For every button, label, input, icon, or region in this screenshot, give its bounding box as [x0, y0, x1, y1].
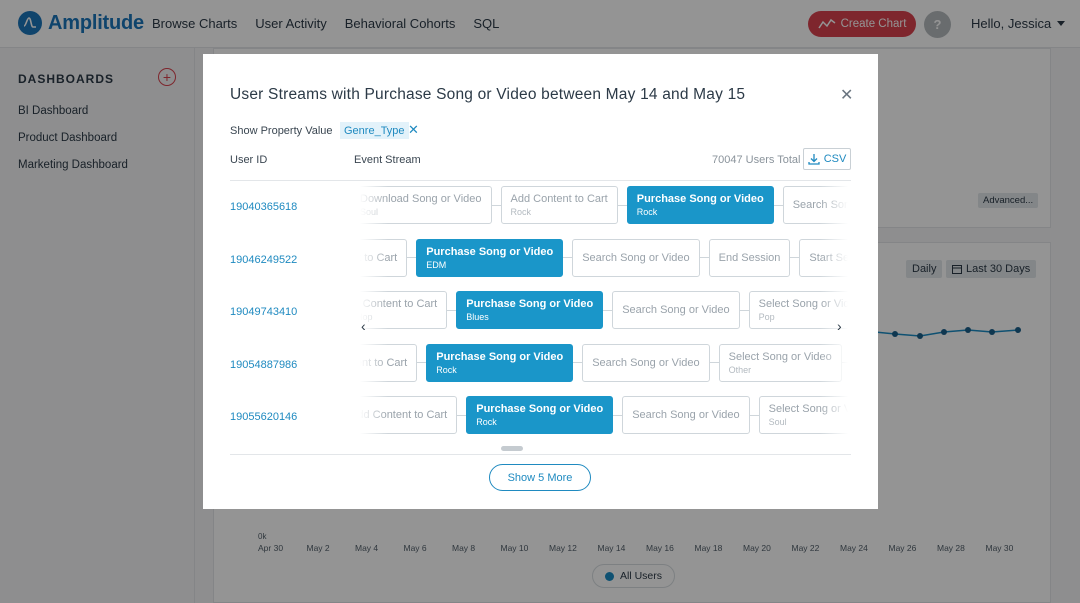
event-name: Search Song or Video	[622, 304, 730, 316]
event-card-highlighted[interactable]: Purchase Song or Video Rock	[426, 343, 574, 382]
event-name: End Session	[718, 251, 781, 264]
event-connector	[491, 204, 501, 206]
fade-right	[820, 233, 848, 286]
modal-title: User Streams with Purchase Song or Video…	[230, 86, 746, 103]
fade-left	[360, 181, 388, 233]
event-connector	[573, 362, 583, 363]
event-track: Add Content to CartPurchase Song or Vide…	[360, 396, 848, 434]
event-name: Select Song or Video	[728, 350, 832, 363]
event-card[interactable]: Search Song or Video	[622, 396, 750, 434]
show-property-label: Show Property Value	[230, 125, 333, 137]
event-connector	[749, 414, 759, 416]
user-streams-modal: User Streams with Purchase Song or Video…	[203, 54, 878, 509]
user-id-link[interactable]: 19054887986	[230, 359, 297, 371]
table-row: 19040365618 Download Song or VideoSoulAdd…	[230, 181, 851, 233]
user-id-link[interactable]: 19049743410	[230, 306, 297, 318]
user-id-link[interactable]: 19055620146	[230, 411, 297, 423]
fade-right	[820, 391, 848, 443]
event-connector	[790, 257, 800, 258]
event-card-highlighted[interactable]: Purchase Song or Video EDM	[416, 238, 564, 277]
event-card-highlighted[interactable]: Purchase Song or Video Rock	[466, 396, 614, 434]
event-property: Rock	[436, 364, 457, 375]
download-icon	[808, 154, 820, 165]
event-property: Rock	[636, 207, 658, 217]
property-value: Genre_Type	[344, 124, 405, 137]
event-name: Purchase Song or Video	[466, 298, 594, 310]
fade-left	[360, 391, 388, 443]
fade-right	[820, 181, 848, 233]
event-name: Search Song or Video	[582, 251, 690, 264]
event-connector	[603, 309, 613, 311]
users-total: 70047 Users Total	[712, 154, 801, 166]
event-connector	[407, 257, 417, 258]
fade-left	[360, 338, 388, 391]
table-row: 19046249522 Add Content to CartPurchase S…	[230, 233, 851, 286]
event-name: Search Song or Video	[592, 356, 700, 369]
event-stream[interactable]: Add Content to CartPurchase Song or Vide…	[360, 338, 848, 391]
event-track: Add Content to CartPurchase Song or Vide…	[360, 343, 848, 382]
fade-right	[820, 286, 848, 338]
event-connector	[457, 414, 467, 416]
show-more-button[interactable]: Show 5 More	[489, 464, 591, 491]
user-id-link[interactable]: 19040365618	[230, 201, 297, 213]
property-chip[interactable]: Genre_Type	[340, 122, 409, 139]
fade-left	[360, 233, 388, 286]
event-connector	[699, 257, 709, 258]
event-connector	[447, 309, 457, 311]
event-track: Add Content to CartHip HopPurchase Song …	[360, 291, 848, 329]
csv-label: CSV	[823, 153, 847, 165]
event-card[interactable]: Search Song or Video	[572, 238, 700, 277]
event-name: Purchase Song or Video	[436, 350, 564, 363]
event-card-highlighted[interactable]: Purchase Song or Video Blues	[456, 291, 604, 329]
event-connector	[613, 414, 623, 416]
event-connector	[739, 309, 749, 311]
horizontal-scrollbar[interactable]	[360, 444, 850, 452]
event-name: Search Song or Video	[632, 409, 740, 421]
table-row: 19055620146 Add Content to CartPurchase S…	[230, 391, 851, 443]
remove-property-icon[interactable]: ✕	[408, 122, 419, 138]
event-connector	[709, 362, 719, 363]
event-track: Download Song or VideoSoulAdd Content to…	[360, 186, 848, 224]
table-row: 19049743410 Add Content to CartHip HopPur…	[230, 286, 851, 338]
fade-right	[820, 338, 848, 391]
user-id-header: User ID	[230, 154, 268, 166]
event-card[interactable]: Search Song or Video	[612, 291, 740, 329]
event-stream[interactable]: Add Content to CartHip HopPurchase Song …	[360, 286, 848, 338]
event-property: EDM	[426, 259, 447, 270]
scroll-right-icon[interactable]: ›	[837, 318, 842, 334]
event-name: Purchase Song or Video	[426, 245, 554, 258]
event-property: Rock	[510, 207, 532, 217]
event-connector	[773, 204, 783, 206]
event-stream[interactable]: Download Song or VideoSoulAdd Content to…	[360, 181, 848, 233]
event-connector	[563, 257, 573, 258]
event-track: Add Content to CartPurchase Song or Vide…	[360, 238, 848, 277]
event-card[interactable]: Add Content to Cart Rock	[500, 186, 618, 224]
event-connector	[617, 204, 627, 206]
scroll-left-icon[interactable]: ‹	[361, 318, 366, 334]
event-card[interactable]: End Session	[708, 238, 791, 277]
scroll-thumb[interactable]	[501, 446, 523, 451]
event-property: Blues	[466, 312, 489, 322]
event-stream[interactable]: Add Content to CartPurchase Song or Vide…	[360, 391, 848, 443]
csv-download-button[interactable]: CSV	[803, 148, 851, 170]
user-id-link[interactable]: 19046249522	[230, 254, 297, 266]
event-property: Rock	[476, 417, 497, 427]
table-row: 19054887986 Add Content to CartPurchase S…	[230, 338, 851, 391]
event-card[interactable]: Search Song or Video	[582, 343, 710, 382]
event-name: Purchase Song or Video	[636, 193, 764, 205]
event-name: Add Content to Cart	[510, 193, 608, 205]
event-stream[interactable]: Add Content to CartPurchase Song or Vide…	[360, 233, 848, 286]
event-name: Purchase Song or Video	[476, 403, 604, 415]
event-card-highlighted[interactable]: Purchase Song or Video Rock	[626, 186, 774, 224]
footer-divider	[230, 454, 851, 455]
close-icon[interactable]: ✕	[840, 85, 853, 105]
event-stream-header: Event Stream	[354, 154, 421, 166]
event-connector	[417, 362, 427, 363]
event-property: Other	[728, 364, 752, 375]
